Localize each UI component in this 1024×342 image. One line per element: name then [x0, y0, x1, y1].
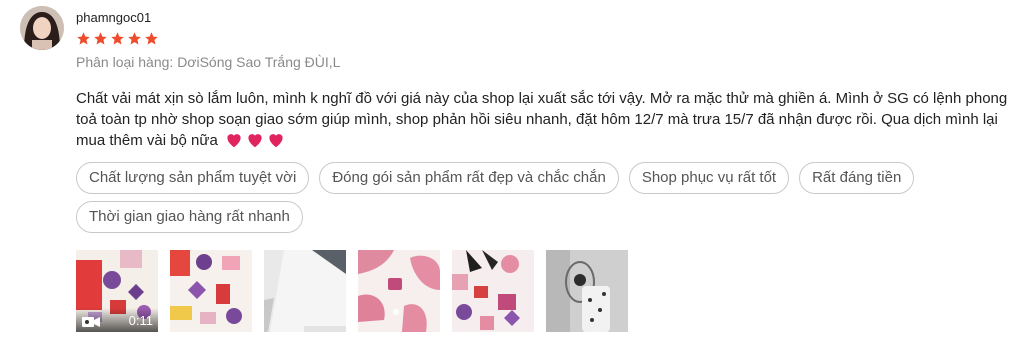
- photo-thumbnail[interactable]: [546, 250, 628, 332]
- star-rating: [76, 31, 159, 46]
- video-duration: 0:11: [128, 313, 153, 328]
- heart-icon: [227, 134, 241, 148]
- photo-thumbnail[interactable]: [264, 250, 346, 332]
- heart-icon: [248, 134, 262, 148]
- reviewer-username: phamngoc01: [76, 10, 152, 25]
- video-thumbnail[interactable]: 0:11: [76, 250, 158, 332]
- review-body: Chất vải mát xịn sò lắm luôn, mình k ngh…: [76, 88, 1020, 151]
- star-icon: [145, 32, 158, 45]
- photo-thumbnail[interactable]: [170, 250, 252, 332]
- star-icon: [77, 32, 90, 45]
- tag-chip[interactable]: Shop phục vụ rất tốt: [628, 162, 790, 194]
- tag-chip[interactable]: Thời gian giao hàng rất nhanh: [76, 201, 303, 233]
- star-icon: [111, 32, 124, 45]
- star-icon: [94, 32, 107, 45]
- review-text: Chất vải mát xịn sò lắm luôn, mình k ngh…: [76, 90, 1008, 149]
- tag-chip[interactable]: Chất lượng sản phẩm tuyệt vời: [76, 162, 310, 194]
- heart-icon: [269, 134, 283, 148]
- tag-chip[interactable]: Rất đáng tiền: [799, 162, 915, 194]
- photo-thumbnail[interactable]: [358, 250, 440, 332]
- tag-chip[interactable]: Đóng gói sản phẩm rất đẹp và chắc chắn: [319, 162, 619, 194]
- review-tags: Chất lượng sản phẩm tuyệt vời Đóng gói s…: [76, 162, 976, 233]
- photo-thumbnail[interactable]: [452, 250, 534, 332]
- product-variation: Phân loại hàng: DơiSóng Sao Trắng ĐÙI,L: [76, 54, 341, 70]
- star-icon: [128, 32, 141, 45]
- video-camera-icon: [82, 317, 100, 327]
- review-media: 0:11: [76, 250, 628, 332]
- reviewer-avatar[interactable]: [20, 6, 64, 50]
